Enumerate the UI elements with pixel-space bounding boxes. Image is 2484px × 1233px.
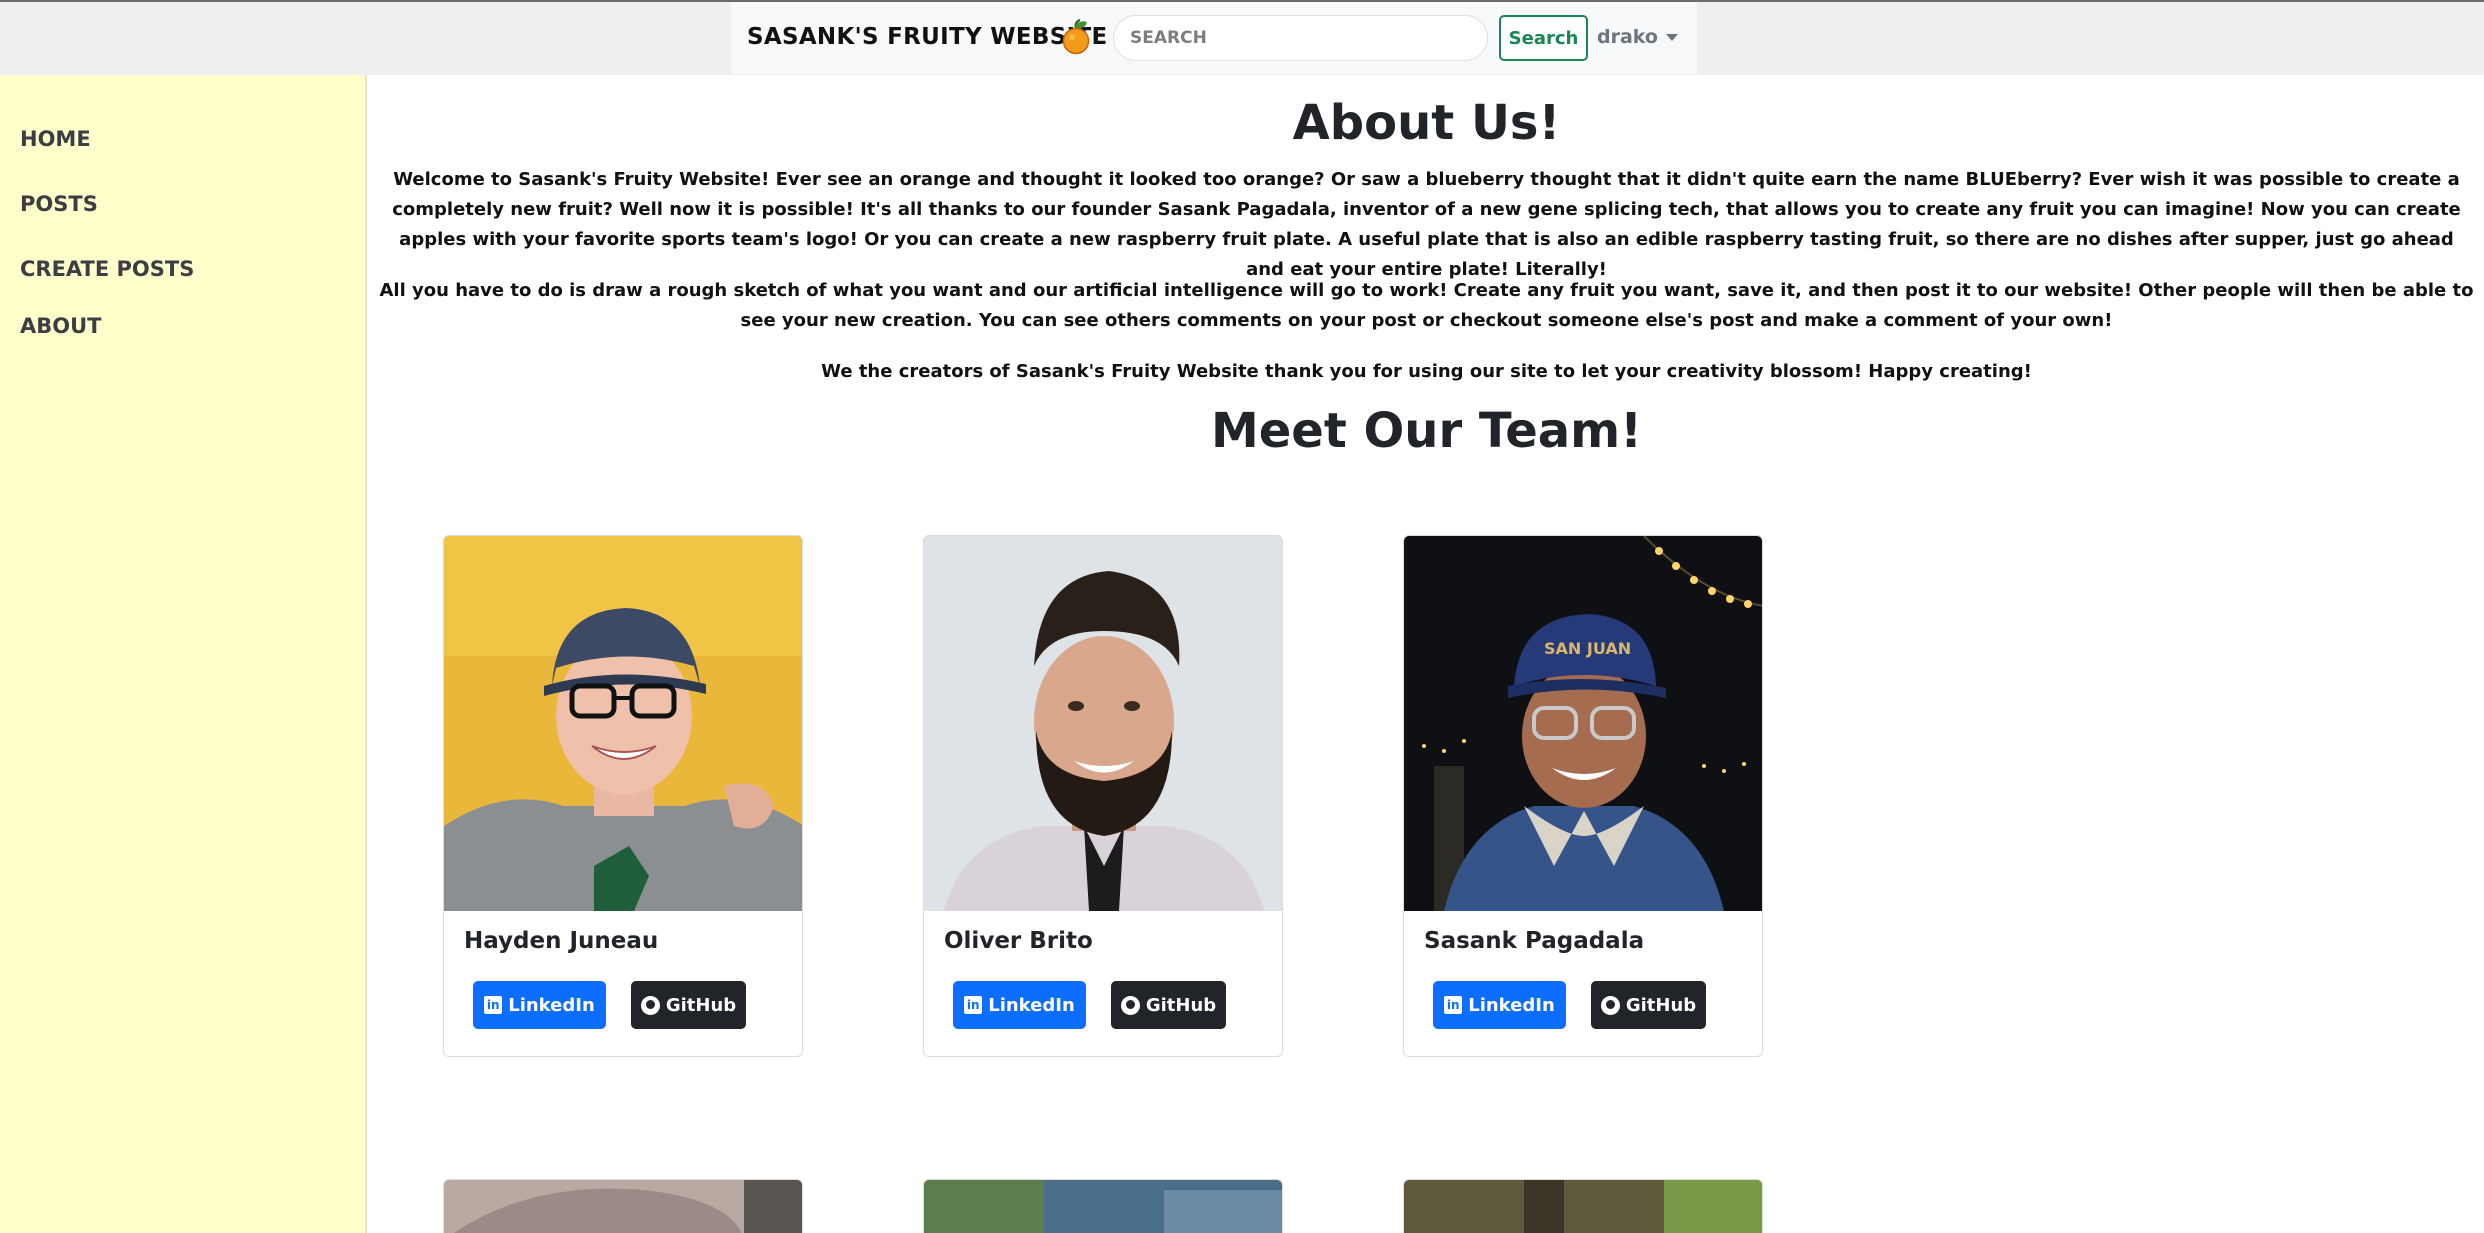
orange-icon: [1062, 19, 1090, 55]
caret-down-icon: [1665, 33, 1678, 41]
svg-text:SAN JUAN: SAN JUAN: [1544, 639, 1631, 658]
sidebar-item-home[interactable]: HOME: [20, 127, 91, 151]
linkedin-label: LinkedIn: [1468, 994, 1555, 1016]
team-member-photo: [444, 536, 802, 911]
linkedin-icon: in: [1444, 996, 1463, 1014]
team-card: Hayden Juneau in LinkedIn GitHub: [443, 535, 803, 1057]
team-member-name: Hayden Juneau: [464, 928, 659, 954]
team-member-name: Oliver Brito: [944, 928, 1093, 954]
linkedin-button[interactable]: in LinkedIn: [473, 981, 606, 1029]
team-member-photo: [444, 1180, 802, 1233]
team-member-photo: [924, 536, 1282, 911]
team-card-partial: [1403, 1179, 1763, 1233]
search-input[interactable]: [1113, 15, 1488, 61]
linkedin-label: LinkedIn: [508, 994, 595, 1016]
team-card: Oliver Brito in LinkedIn GitHub: [923, 535, 1283, 1057]
linkedin-button[interactable]: in LinkedIn: [953, 981, 1086, 1029]
search-button[interactable]: Search: [1499, 15, 1588, 61]
team-member-photo: [1404, 1180, 1762, 1233]
team-card: SAN JUAN Sasank Pagadala in LinkedIn Git…: [1403, 535, 1763, 1057]
sidebar-item-posts[interactable]: POSTS: [20, 192, 98, 216]
sidebar-item-about[interactable]: ABOUT: [20, 314, 102, 338]
team-title: Meet Our Team!: [1210, 403, 1643, 459]
linkedin-icon: in: [484, 996, 503, 1014]
github-icon: [640, 995, 660, 1015]
about-paragraph-3: We the creators of Sasank's Fruity Websi…: [821, 361, 2032, 382]
github-label: GitHub: [1625, 994, 1697, 1016]
about-paragraph-1: Welcome to Sasank's Fruity Website! Ever…: [392, 169, 2461, 280]
github-icon: [1600, 995, 1620, 1015]
username: drako: [1597, 26, 1658, 48]
team-member-photo: SAN JUAN: [1404, 536, 1762, 911]
main-content: About Us! Welcome to Sasank's Fruity Web…: [369, 75, 2484, 1233]
team-card-partial: [443, 1179, 803, 1233]
github-button[interactable]: GitHub: [1111, 981, 1226, 1029]
github-label: GitHub: [665, 994, 737, 1016]
sidebar-item-create-posts[interactable]: CREATE POSTS: [20, 257, 194, 281]
site-brand[interactable]: SASANK'S FRUITY WEBSITE: [747, 24, 1107, 50]
team-card-partial: [923, 1179, 1283, 1233]
about-paragraph-2: All you have to do is draw a rough sketc…: [379, 280, 2474, 331]
user-dropdown[interactable]: drako: [1597, 26, 1678, 48]
team-member-name: Sasank Pagadala: [1424, 928, 1645, 954]
linkedin-icon: in: [964, 996, 983, 1014]
navbar: SASANK'S FRUITY WEBSITE Search drako: [731, 2, 1697, 74]
about-title: About Us!: [1292, 95, 1561, 151]
linkedin-label: LinkedIn: [988, 994, 1075, 1016]
github-icon: [1120, 995, 1140, 1015]
linkedin-button[interactable]: in LinkedIn: [1433, 981, 1566, 1029]
github-button[interactable]: GitHub: [631, 981, 746, 1029]
sidebar: HOME POSTS CREATE POSTS ABOUT: [0, 75, 367, 1233]
github-label: GitHub: [1145, 994, 1217, 1016]
team-member-photo: [924, 1180, 1282, 1233]
github-button[interactable]: GitHub: [1591, 981, 1706, 1029]
